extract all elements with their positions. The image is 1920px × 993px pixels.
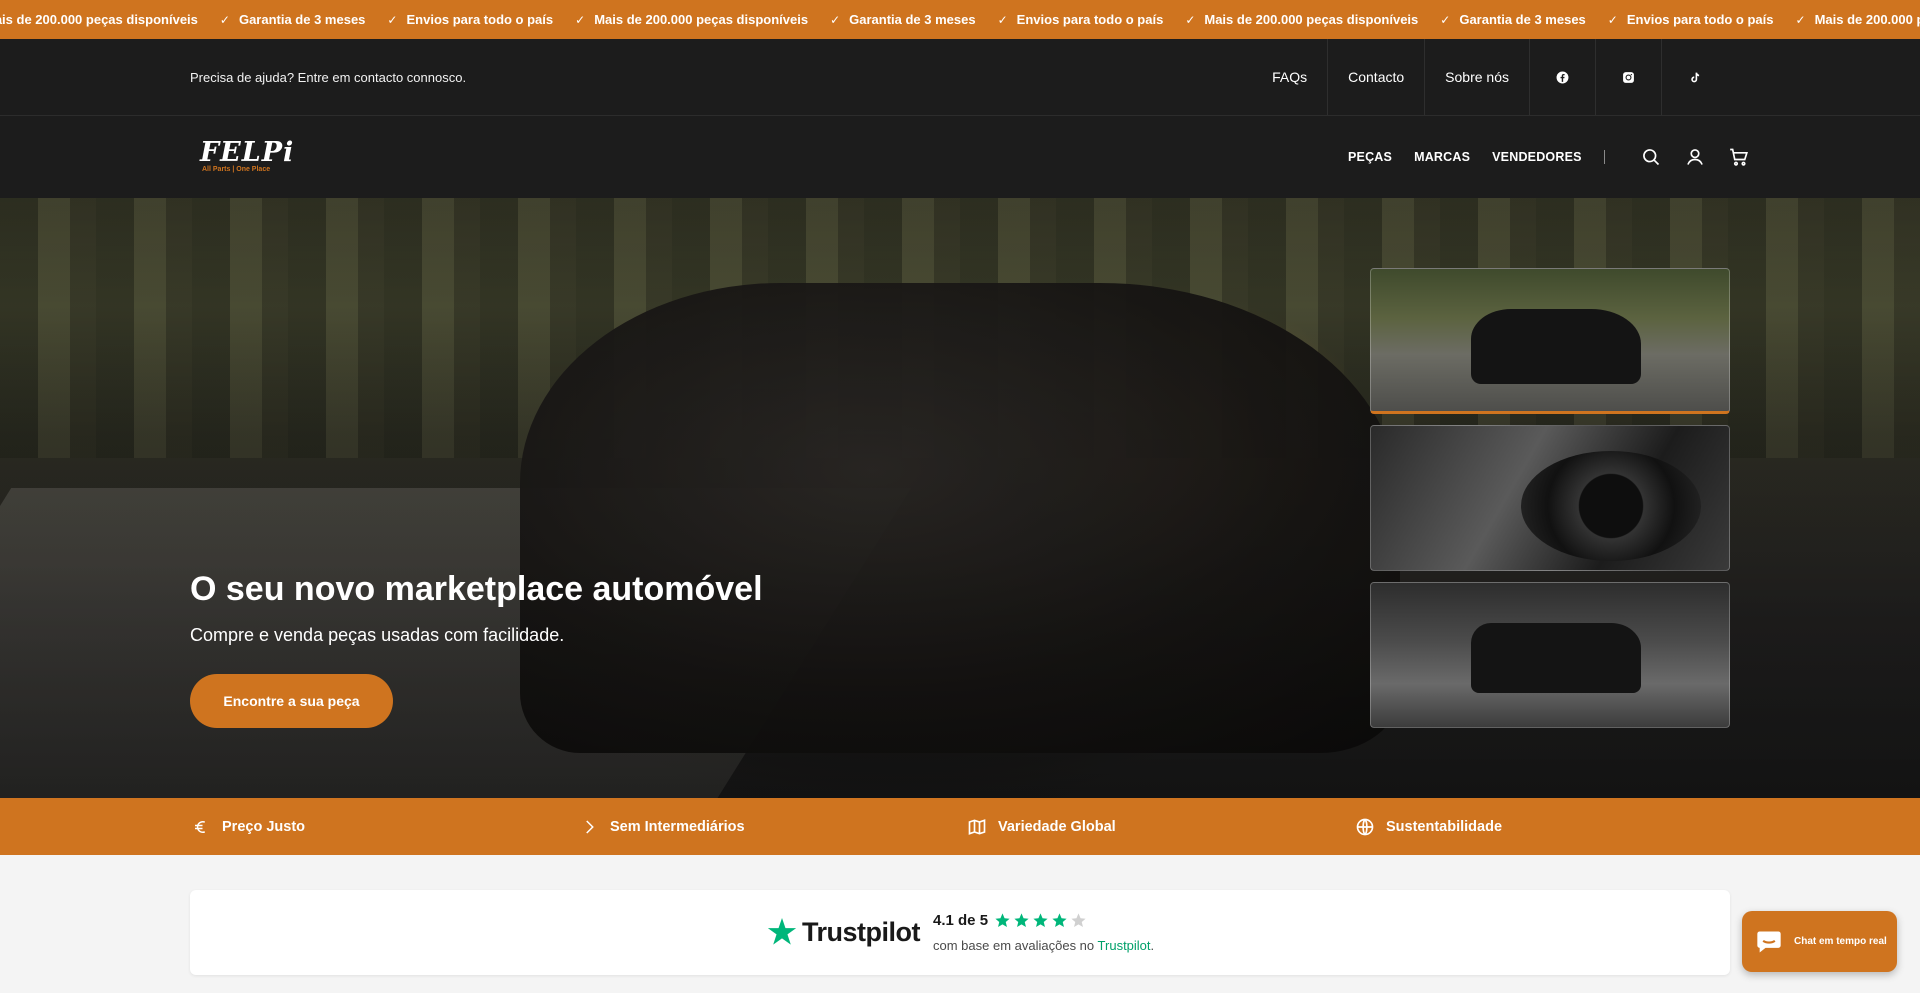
feature-sem-intermediarios: Sem Intermediários (578, 798, 745, 855)
announcement-item: ✓ Envios para todo o país (387, 12, 553, 27)
thumbnail-car-image (1471, 309, 1641, 384)
trustpilot-star-icon (767, 918, 797, 945)
rating-star-icon (1033, 913, 1048, 928)
check-icon: ✓ (830, 12, 841, 27)
help-text: Precisa de ajuda? Entre em contacto conn… (190, 70, 467, 85)
nav-divider (1603, 150, 1605, 164)
announcement-text: Mais de 200.000 peças disponíveis (0, 12, 198, 27)
announcement-bar: Mais de 200.000 peças disponíveis ✓ Garan… (0, 0, 1920, 39)
feature-label: Sustentabilidade (1386, 818, 1503, 835)
chat-label: Chat em tempo real (1794, 936, 1887, 947)
hero-banner: O seu novo marketplace automóvel Compre … (0, 198, 1920, 798)
euro-icon (190, 816, 212, 838)
feature-label: Variedade Global (998, 818, 1116, 835)
utility-links: FAQs Contacto Sobre nós (1252, 39, 1920, 115)
rating-stars (994, 912, 1089, 929)
main-header: FELPi All Parts | One Place PEÇAS MARCAS… (0, 116, 1920, 198)
check-icon: ✓ (1440, 12, 1451, 27)
hero-subtitle: Compre e venda peças usadas com facilida… (190, 625, 565, 645)
announcement-text: Envios para todo o país (1016, 12, 1164, 27)
announcement-item: ✓ Garantia de 3 meses (220, 12, 366, 27)
announcement-item: ✓ Mais de 200.000 peças disponíveis (1796, 12, 1920, 27)
tiktok-icon[interactable] (1661, 39, 1727, 115)
map-icon (966, 816, 988, 838)
announcement-item: Mais de 200.000 peças disponíveis (0, 12, 198, 27)
hero-thumbnail-1[interactable] (1370, 268, 1730, 414)
rating-star-icon (1014, 913, 1029, 928)
trustpilot-widget: Trustpilot 4.1 de 5 com base em avaliaçõ… (190, 890, 1730, 975)
rating-star-icon (995, 913, 1010, 928)
based-on-suffix: . (1150, 938, 1155, 953)
announcement-text: Garantia de 3 meses (238, 12, 366, 27)
hero-thumbnails (1370, 268, 1730, 739)
feature-sustentabilidade: Sustentabilidade (1354, 798, 1502, 855)
trustpilot-based-on: com base em avaliações no Trustpilot. (933, 938, 1154, 953)
announcement-text: Mais de 200.000 peças disponíveis (1204, 12, 1419, 27)
based-on-text: com base em avaliações no (933, 938, 1095, 953)
announcement-item: ✓ Mais de 200.000 peças disponíveis (1185, 12, 1418, 27)
announcement-item: ✓ Envios para todo o país (998, 12, 1164, 27)
main-nav: PEÇAS MARCAS VENDEDORES (1348, 116, 1753, 198)
instagram-icon[interactable] (1595, 39, 1661, 115)
announcement-track: Mais de 200.000 peças disponíveis ✓ Garan… (0, 0, 1920, 39)
announcement-item: ✓ Envios para todo o país (1608, 12, 1774, 27)
announcement-text: Mais de 200.000 peças disponíveis (594, 12, 809, 27)
rating-star-icon (1052, 913, 1067, 928)
check-icon: ✓ (387, 12, 398, 27)
nav-item-pecas[interactable]: PEÇAS (1348, 150, 1392, 164)
announcement-text: Envios para todo o país (1626, 12, 1774, 27)
search-icon[interactable] (1637, 143, 1665, 171)
contact-link[interactable]: Contacto (1327, 39, 1424, 115)
announcement-item: ✓ Garantia de 3 meses (830, 12, 976, 27)
features-bar: Preço Justo Sem Intermediários Variedade… (0, 798, 1920, 855)
trustpilot-logo[interactable]: Trustpilot (766, 916, 921, 948)
announcement-item: ✓ Garantia de 3 meses (1440, 12, 1586, 27)
facebook-icon[interactable] (1529, 39, 1595, 115)
check-icon: ✓ (1185, 12, 1196, 27)
about-link[interactable]: Sobre nós (1424, 39, 1529, 115)
nav-item-marcas[interactable]: MARCAS (1414, 150, 1470, 164)
faqs-link[interactable]: FAQs (1252, 39, 1327, 115)
feature-label: Sem Intermediários (610, 818, 745, 835)
rating-star-icon (1071, 913, 1086, 928)
feature-label: Preço Justo (222, 818, 305, 835)
logo-word: FELPi (200, 137, 295, 168)
globe-icon (1354, 816, 1376, 838)
check-icon: ✓ (997, 12, 1008, 27)
announcement-text: Mais de 200.000 peças disponíveis (1814, 12, 1920, 27)
find-part-button[interactable]: Encontre a sua peça (190, 674, 393, 728)
feature-variedade-global: Variedade Global (966, 798, 1116, 855)
chevron-right-icon (578, 816, 600, 838)
trustpilot-link[interactable]: Trustpilot (1098, 938, 1151, 953)
announcement-text: Envios para todo o país (406, 12, 554, 27)
live-chat-button[interactable]: Chat em tempo real (1742, 911, 1897, 972)
trustpilot-rating: 4.1 de 5 (933, 912, 1089, 929)
account-icon[interactable] (1681, 143, 1709, 171)
check-icon: ✓ (1607, 12, 1618, 27)
announcement-text: Garantia de 3 meses (849, 12, 976, 27)
check-icon: ✓ (219, 12, 230, 27)
check-icon: ✓ (1795, 12, 1806, 27)
announcement-item: ✓ Mais de 200.000 peças disponíveis (575, 12, 808, 27)
trustpilot-brand: Trustpilot (802, 916, 921, 947)
thumbnail-car-image (1471, 623, 1641, 693)
feature-preco-justo: Preço Justo (190, 798, 305, 855)
hero-title: O seu novo marketplace automóvel (190, 570, 763, 608)
logo[interactable]: FELPi All Parts | One Place (200, 137, 295, 174)
hero-thumbnail-2[interactable] (1370, 425, 1730, 571)
nav-item-vendedores[interactable]: VENDEDORES (1492, 150, 1582, 164)
chat-bubble-icon (1757, 931, 1781, 952)
check-icon: ✓ (575, 12, 586, 27)
utility-bar: Precisa de ajuda? Entre em contacto conn… (0, 39, 1920, 116)
rating-text: 4.1 de 5 (933, 912, 989, 929)
announcement-text: Garantia de 3 meses (1459, 12, 1586, 27)
cart-icon[interactable] (1725, 143, 1753, 171)
hero-thumbnail-3[interactable] (1370, 582, 1730, 728)
thumbnail-wheel-image (1521, 451, 1701, 561)
